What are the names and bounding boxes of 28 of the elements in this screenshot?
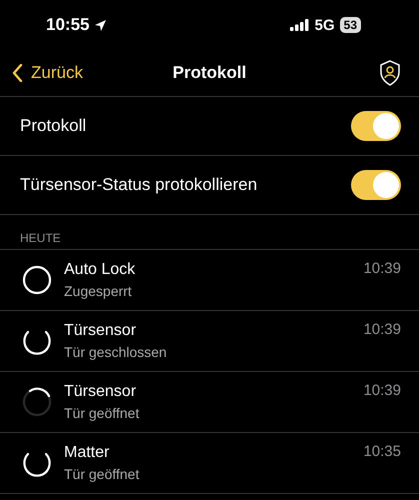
entry-time: 10:39 — [363, 321, 401, 338]
back-button[interactable]: Zurück — [12, 63, 83, 83]
toggle-switch[interactable] — [351, 170, 401, 200]
entry-subtitle: Tür geöffnet — [64, 466, 140, 482]
entry-time: 10:39 — [363, 382, 401, 399]
entry-subtitle: Tür geöffnet — [64, 405, 140, 421]
shield-user-icon[interactable] — [379, 60, 401, 86]
chevron-left-icon — [12, 64, 23, 82]
signal-icon — [290, 19, 310, 31]
entry-title: Matter — [64, 444, 110, 462]
location-arrow-icon — [94, 18, 108, 32]
circle-icon — [22, 265, 52, 295]
status-time: 10:55 — [46, 15, 90, 35]
setting-label: Türsensor-Status protokollieren — [20, 175, 258, 195]
page-title: Protokoll — [172, 63, 246, 83]
entry-time: 10:35 — [363, 443, 401, 460]
network-label: 5G — [314, 16, 335, 34]
entry-title: Türsensor — [64, 322, 138, 340]
entry-subtitle: Zugesperrt — [64, 283, 133, 299]
entry-title: Auto Lock — [64, 261, 136, 279]
entry-time: 10:39 — [363, 260, 401, 277]
setting-label: Protokoll — [20, 116, 86, 136]
battery-indicator: 53 — [340, 17, 361, 33]
section-header: HEUTE — [20, 231, 61, 245]
arc-icon — [22, 387, 52, 417]
entry-title: Türsensor — [64, 383, 138, 401]
entry-subtitle: Tür geschlossen — [64, 344, 168, 360]
toggle-switch[interactable] — [351, 111, 401, 141]
